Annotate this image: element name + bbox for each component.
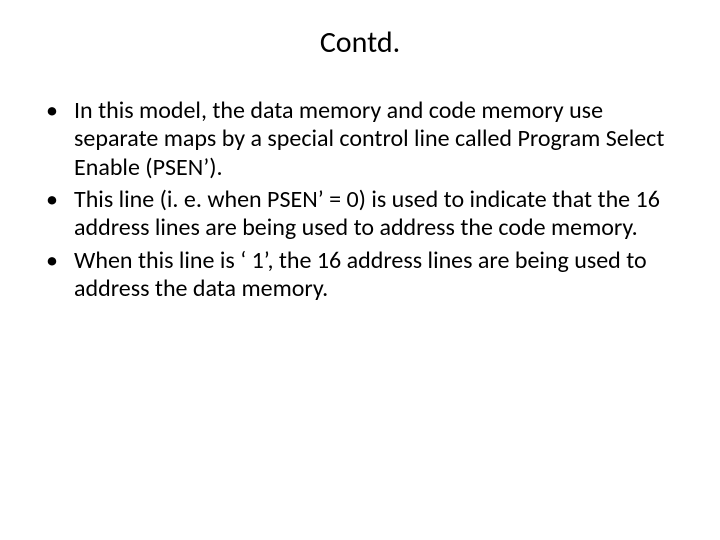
list-item: In this model, the data memory and code … [40,97,680,182]
slide: Contd. In this model, the data memory an… [0,0,720,540]
list-item: When this line is ‘ 1’, the 16 address l… [40,247,680,304]
list-item: This line (i. e. when PSEN’ = 0) is used… [40,186,680,243]
slide-body: In this model, the data memory and code … [0,69,720,303]
slide-title: Contd. [0,0,720,69]
bullet-list: In this model, the data memory and code … [40,97,680,303]
